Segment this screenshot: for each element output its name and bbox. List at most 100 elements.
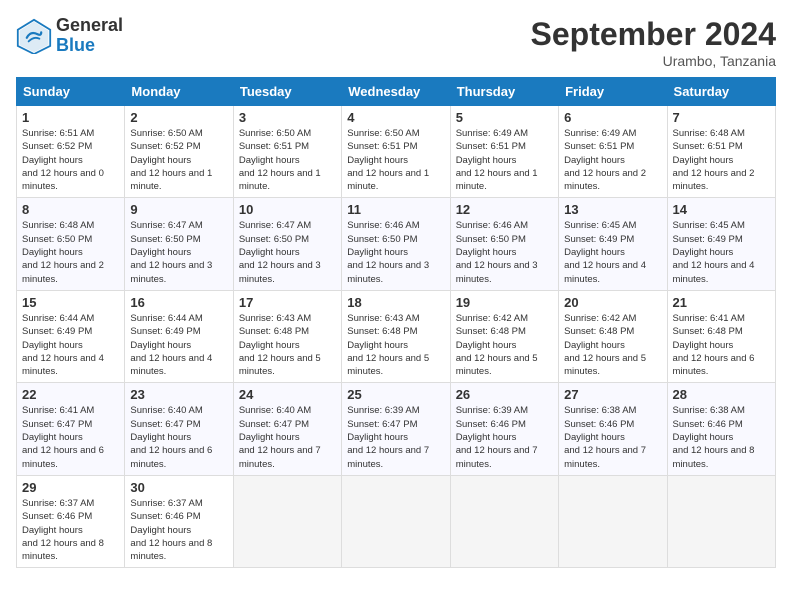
calendar-week-5: 29 Sunrise: 6:37 AM Sunset: 6:46 PM Dayl…: [17, 475, 776, 567]
day-number: 12: [456, 202, 553, 217]
day-info: Sunrise: 6:37 AM Sunset: 6:46 PM Dayligh…: [130, 497, 227, 563]
calendar-cell: 12 Sunrise: 6:46 AM Sunset: 6:50 PM Dayl…: [450, 198, 558, 290]
day-number: 30: [130, 480, 227, 495]
day-number: 7: [673, 110, 770, 125]
calendar-cell: 28 Sunrise: 6:38 AM Sunset: 6:46 PM Dayl…: [667, 383, 775, 475]
header-wednesday: Wednesday: [342, 78, 450, 106]
calendar-cell: 29 Sunrise: 6:37 AM Sunset: 6:46 PM Dayl…: [17, 475, 125, 567]
calendar-cell: 19 Sunrise: 6:42 AM Sunset: 6:48 PM Dayl…: [450, 290, 558, 382]
day-info: Sunrise: 6:40 AM Sunset: 6:47 PM Dayligh…: [239, 404, 336, 470]
calendar-cell: 11 Sunrise: 6:46 AM Sunset: 6:50 PM Dayl…: [342, 198, 450, 290]
day-number: 6: [564, 110, 661, 125]
calendar-cell: 10 Sunrise: 6:47 AM Sunset: 6:50 PM Dayl…: [233, 198, 341, 290]
calendar-week-2: 8 Sunrise: 6:48 AM Sunset: 6:50 PM Dayli…: [17, 198, 776, 290]
header-row: Sunday Monday Tuesday Wednesday Thursday…: [17, 78, 776, 106]
day-number: 13: [564, 202, 661, 217]
day-number: 22: [22, 387, 119, 402]
calendar-cell: 24 Sunrise: 6:40 AM Sunset: 6:47 PM Dayl…: [233, 383, 341, 475]
calendar-cell: 3 Sunrise: 6:50 AM Sunset: 6:51 PM Dayli…: [233, 106, 341, 198]
calendar-table: Sunday Monday Tuesday Wednesday Thursday…: [16, 77, 776, 568]
calendar-cell: 1 Sunrise: 6:51 AM Sunset: 6:52 PM Dayli…: [17, 106, 125, 198]
calendar-cell: 7 Sunrise: 6:48 AM Sunset: 6:51 PM Dayli…: [667, 106, 775, 198]
day-info: Sunrise: 6:43 AM Sunset: 6:48 PM Dayligh…: [347, 312, 444, 378]
day-number: 23: [130, 387, 227, 402]
day-info: Sunrise: 6:50 AM Sunset: 6:51 PM Dayligh…: [239, 127, 336, 193]
calendar-cell: 4 Sunrise: 6:50 AM Sunset: 6:51 PM Dayli…: [342, 106, 450, 198]
day-info: Sunrise: 6:37 AM Sunset: 6:46 PM Dayligh…: [22, 497, 119, 563]
logo-blue-text: Blue: [56, 36, 123, 56]
day-number: 18: [347, 295, 444, 310]
calendar-cell: 27 Sunrise: 6:38 AM Sunset: 6:46 PM Dayl…: [559, 383, 667, 475]
day-info: Sunrise: 6:42 AM Sunset: 6:48 PM Dayligh…: [564, 312, 661, 378]
day-number: 16: [130, 295, 227, 310]
calendar-cell: 26 Sunrise: 6:39 AM Sunset: 6:46 PM Dayl…: [450, 383, 558, 475]
day-number: 3: [239, 110, 336, 125]
day-info: Sunrise: 6:48 AM Sunset: 6:51 PM Dayligh…: [673, 127, 770, 193]
logo-icon: [16, 18, 52, 54]
day-number: 21: [673, 295, 770, 310]
day-info: Sunrise: 6:45 AM Sunset: 6:49 PM Dayligh…: [564, 219, 661, 285]
day-number: 28: [673, 387, 770, 402]
calendar-week-4: 22 Sunrise: 6:41 AM Sunset: 6:47 PM Dayl…: [17, 383, 776, 475]
day-info: Sunrise: 6:46 AM Sunset: 6:50 PM Dayligh…: [347, 219, 444, 285]
calendar-cell: 30 Sunrise: 6:37 AM Sunset: 6:46 PM Dayl…: [125, 475, 233, 567]
day-info: Sunrise: 6:49 AM Sunset: 6:51 PM Dayligh…: [564, 127, 661, 193]
day-info: Sunrise: 6:50 AM Sunset: 6:51 PM Dayligh…: [347, 127, 444, 193]
day-info: Sunrise: 6:42 AM Sunset: 6:48 PM Dayligh…: [456, 312, 553, 378]
day-info: Sunrise: 6:39 AM Sunset: 6:47 PM Dayligh…: [347, 404, 444, 470]
day-info: Sunrise: 6:45 AM Sunset: 6:49 PM Dayligh…: [673, 219, 770, 285]
day-info: Sunrise: 6:47 AM Sunset: 6:50 PM Dayligh…: [239, 219, 336, 285]
day-number: 17: [239, 295, 336, 310]
day-number: 8: [22, 202, 119, 217]
day-number: 1: [22, 110, 119, 125]
day-number: 2: [130, 110, 227, 125]
title-block: September 2024 Urambo, Tanzania: [531, 16, 776, 69]
calendar-cell: [450, 475, 558, 567]
header-saturday: Saturday: [667, 78, 775, 106]
day-number: 14: [673, 202, 770, 217]
calendar-cell: 16 Sunrise: 6:44 AM Sunset: 6:49 PM Dayl…: [125, 290, 233, 382]
day-number: 11: [347, 202, 444, 217]
calendar-cell: 22 Sunrise: 6:41 AM Sunset: 6:47 PM Dayl…: [17, 383, 125, 475]
calendar-cell: 14 Sunrise: 6:45 AM Sunset: 6:49 PM Dayl…: [667, 198, 775, 290]
header-friday: Friday: [559, 78, 667, 106]
calendar-cell: [559, 475, 667, 567]
day-number: 20: [564, 295, 661, 310]
location: Urambo, Tanzania: [531, 53, 776, 69]
header-sunday: Sunday: [17, 78, 125, 106]
day-info: Sunrise: 6:48 AM Sunset: 6:50 PM Dayligh…: [22, 219, 119, 285]
logo-general-text: General: [56, 16, 123, 36]
day-number: 4: [347, 110, 444, 125]
page-header: General Blue September 2024 Urambo, Tanz…: [16, 16, 776, 69]
day-number: 27: [564, 387, 661, 402]
calendar-cell: 20 Sunrise: 6:42 AM Sunset: 6:48 PM Dayl…: [559, 290, 667, 382]
day-info: Sunrise: 6:38 AM Sunset: 6:46 PM Dayligh…: [673, 404, 770, 470]
day-number: 25: [347, 387, 444, 402]
logo-text: General Blue: [56, 16, 123, 56]
calendar-cell: 17 Sunrise: 6:43 AM Sunset: 6:48 PM Dayl…: [233, 290, 341, 382]
day-number: 29: [22, 480, 119, 495]
day-number: 15: [22, 295, 119, 310]
day-number: 10: [239, 202, 336, 217]
calendar-cell: 25 Sunrise: 6:39 AM Sunset: 6:47 PM Dayl…: [342, 383, 450, 475]
day-info: Sunrise: 6:47 AM Sunset: 6:50 PM Dayligh…: [130, 219, 227, 285]
calendar-week-3: 15 Sunrise: 6:44 AM Sunset: 6:49 PM Dayl…: [17, 290, 776, 382]
calendar-cell: 18 Sunrise: 6:43 AM Sunset: 6:48 PM Dayl…: [342, 290, 450, 382]
header-tuesday: Tuesday: [233, 78, 341, 106]
header-monday: Monday: [125, 78, 233, 106]
day-info: Sunrise: 6:40 AM Sunset: 6:47 PM Dayligh…: [130, 404, 227, 470]
day-number: 24: [239, 387, 336, 402]
month-title: September 2024: [531, 16, 776, 53]
calendar-cell: 15 Sunrise: 6:44 AM Sunset: 6:49 PM Dayl…: [17, 290, 125, 382]
calendar-cell: 23 Sunrise: 6:40 AM Sunset: 6:47 PM Dayl…: [125, 383, 233, 475]
calendar-week-1: 1 Sunrise: 6:51 AM Sunset: 6:52 PM Dayli…: [17, 106, 776, 198]
day-number: 26: [456, 387, 553, 402]
day-info: Sunrise: 6:50 AM Sunset: 6:52 PM Dayligh…: [130, 127, 227, 193]
day-info: Sunrise: 6:41 AM Sunset: 6:47 PM Dayligh…: [22, 404, 119, 470]
day-info: Sunrise: 6:46 AM Sunset: 6:50 PM Dayligh…: [456, 219, 553, 285]
day-info: Sunrise: 6:49 AM Sunset: 6:51 PM Dayligh…: [456, 127, 553, 193]
day-info: Sunrise: 6:39 AM Sunset: 6:46 PM Dayligh…: [456, 404, 553, 470]
calendar-cell: 6 Sunrise: 6:49 AM Sunset: 6:51 PM Dayli…: [559, 106, 667, 198]
day-number: 5: [456, 110, 553, 125]
calendar-cell: 9 Sunrise: 6:47 AM Sunset: 6:50 PM Dayli…: [125, 198, 233, 290]
